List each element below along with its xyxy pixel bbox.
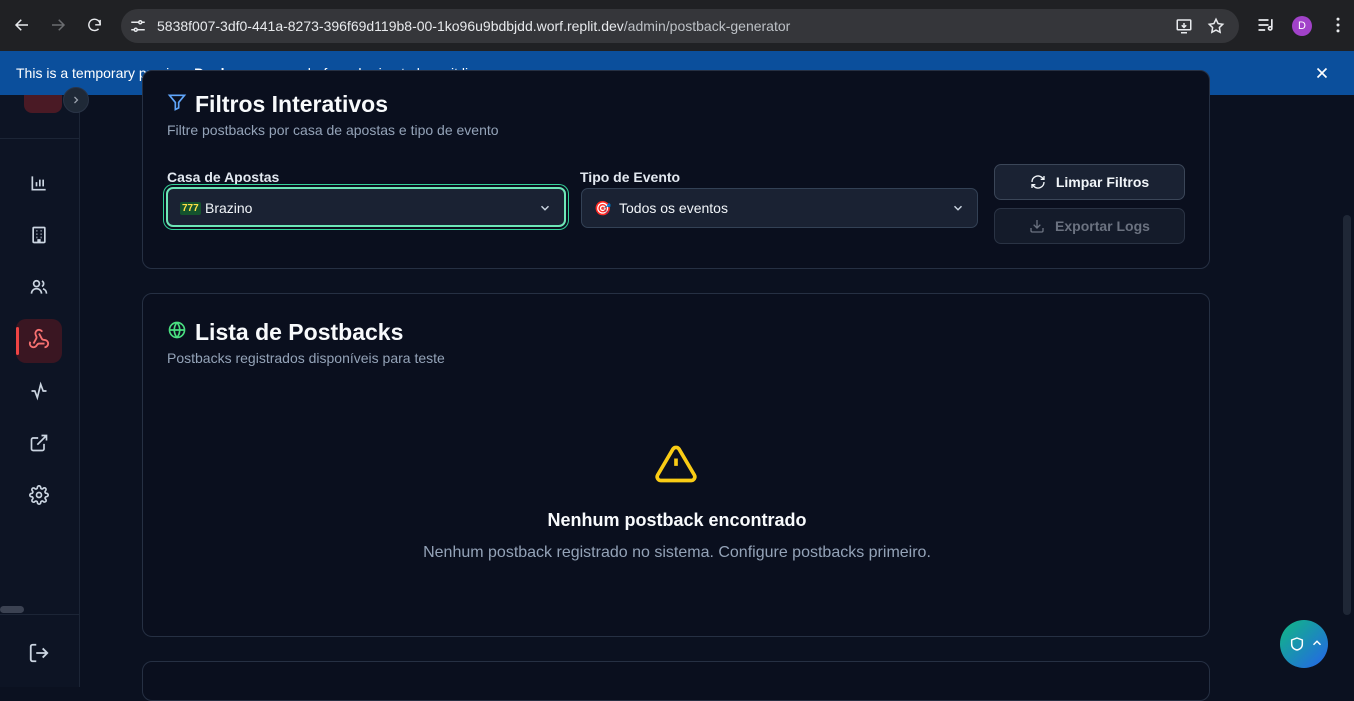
users-icon — [29, 277, 49, 302]
forward-button[interactable] — [47, 14, 69, 36]
sidebar-toggle-button[interactable] — [63, 87, 89, 113]
site-info-icon[interactable] — [129, 17, 147, 35]
chevron-up-icon — [1310, 636, 1324, 650]
address-bar[interactable]: 5838f007-3df0-441a-8273-396f69d119b8-00-… — [121, 9, 1239, 43]
external-link-icon — [29, 433, 49, 458]
sidebar-item-external[interactable] — [16, 423, 62, 467]
download-icon — [1030, 220, 1044, 233]
target-icon: 🎯 — [594, 200, 612, 216]
url-path: /admin/postback-generator — [623, 18, 791, 34]
building-icon — [29, 225, 49, 250]
postbacks-title: Lista de Postbacks — [195, 319, 404, 345]
refresh-icon — [1031, 175, 1045, 189]
warning-icon — [652, 442, 700, 486]
globe-icon — [167, 320, 187, 340]
export-logs-button[interactable]: Exportar Logs — [994, 208, 1185, 244]
sidebar-item-houses[interactable] — [16, 215, 62, 259]
chevron-down-icon — [951, 201, 965, 215]
close-banner-icon[interactable] — [1313, 64, 1331, 82]
profile-avatar[interactable]: D — [1292, 16, 1312, 36]
page-scrollbar-thumb[interactable] — [1343, 215, 1351, 615]
sidebar-divider — [0, 138, 80, 139]
browser-toolbar: 5838f007-3df0-441a-8273-396f69d119b8-00-… — [0, 0, 1354, 51]
activity-icon — [29, 381, 49, 406]
sidebar-item-users[interactable] — [16, 267, 62, 311]
empty-state-description: Nenhum postback registrado no sistema. C… — [423, 544, 931, 561]
filter-icon — [167, 91, 187, 113]
bar-chart-icon — [29, 173, 49, 198]
casa-label: Casa de Apostas — [167, 169, 280, 185]
filters-subtitle: Filtre postbacks por casa de apostas e t… — [167, 122, 499, 138]
filters-title: Filtros Interativos — [195, 91, 388, 117]
sidebar-item-dashboard[interactable] — [16, 163, 62, 207]
sidebar — [0, 87, 89, 687]
evento-label: Tipo de Evento — [580, 169, 681, 185]
floating-security-button[interactable] — [1280, 620, 1328, 668]
url-host: 5838f007-3df0-441a-8273-396f69d119b8-00-… — [157, 18, 624, 34]
reload-button[interactable] — [83, 14, 105, 36]
install-app-icon[interactable] — [1175, 17, 1193, 35]
casa-select[interactable]: 777 Brazino — [166, 187, 566, 227]
sidebar-divider-bottom — [0, 614, 80, 615]
slot-777-icon: 777 — [180, 202, 201, 215]
app-logo[interactable] — [24, 95, 62, 113]
shield-icon — [1289, 635, 1305, 653]
bookmark-star-icon[interactable] — [1207, 17, 1225, 35]
media-control-icon[interactable] — [1256, 15, 1276, 35]
chrome-menu-icon[interactable] — [1328, 15, 1348, 35]
export-logs-label: Exportar Logs — [1055, 218, 1150, 234]
clear-filters-button[interactable]: Limpar Filtros — [994, 164, 1185, 200]
next-card — [142, 661, 1210, 701]
url-text: 5838f007-3df0-441a-8273-396f69d119b8-00-… — [157, 18, 790, 34]
gear-icon — [29, 484, 49, 510]
sidebar-scrollbar[interactable] — [0, 606, 24, 613]
casa-select-value: Brazino — [205, 200, 253, 216]
sidebar-item-activity[interactable] — [16, 371, 62, 415]
sidebar-item-postbacks[interactable] — [16, 319, 62, 363]
postbacks-subtitle: Postbacks registrados disponíveis para t… — [167, 350, 445, 366]
back-button[interactable] — [11, 14, 33, 36]
webhook-icon — [28, 328, 50, 355]
clear-filters-label: Limpar Filtros — [1055, 174, 1150, 190]
logout-icon[interactable] — [28, 642, 50, 664]
chevron-down-icon — [538, 201, 552, 215]
empty-state-title: Nenhum postback encontrado — [547, 510, 807, 530]
evento-select-value: Todos os eventos — [619, 200, 728, 216]
evento-select[interactable]: 🎯 Todos os eventos — [581, 188, 978, 228]
